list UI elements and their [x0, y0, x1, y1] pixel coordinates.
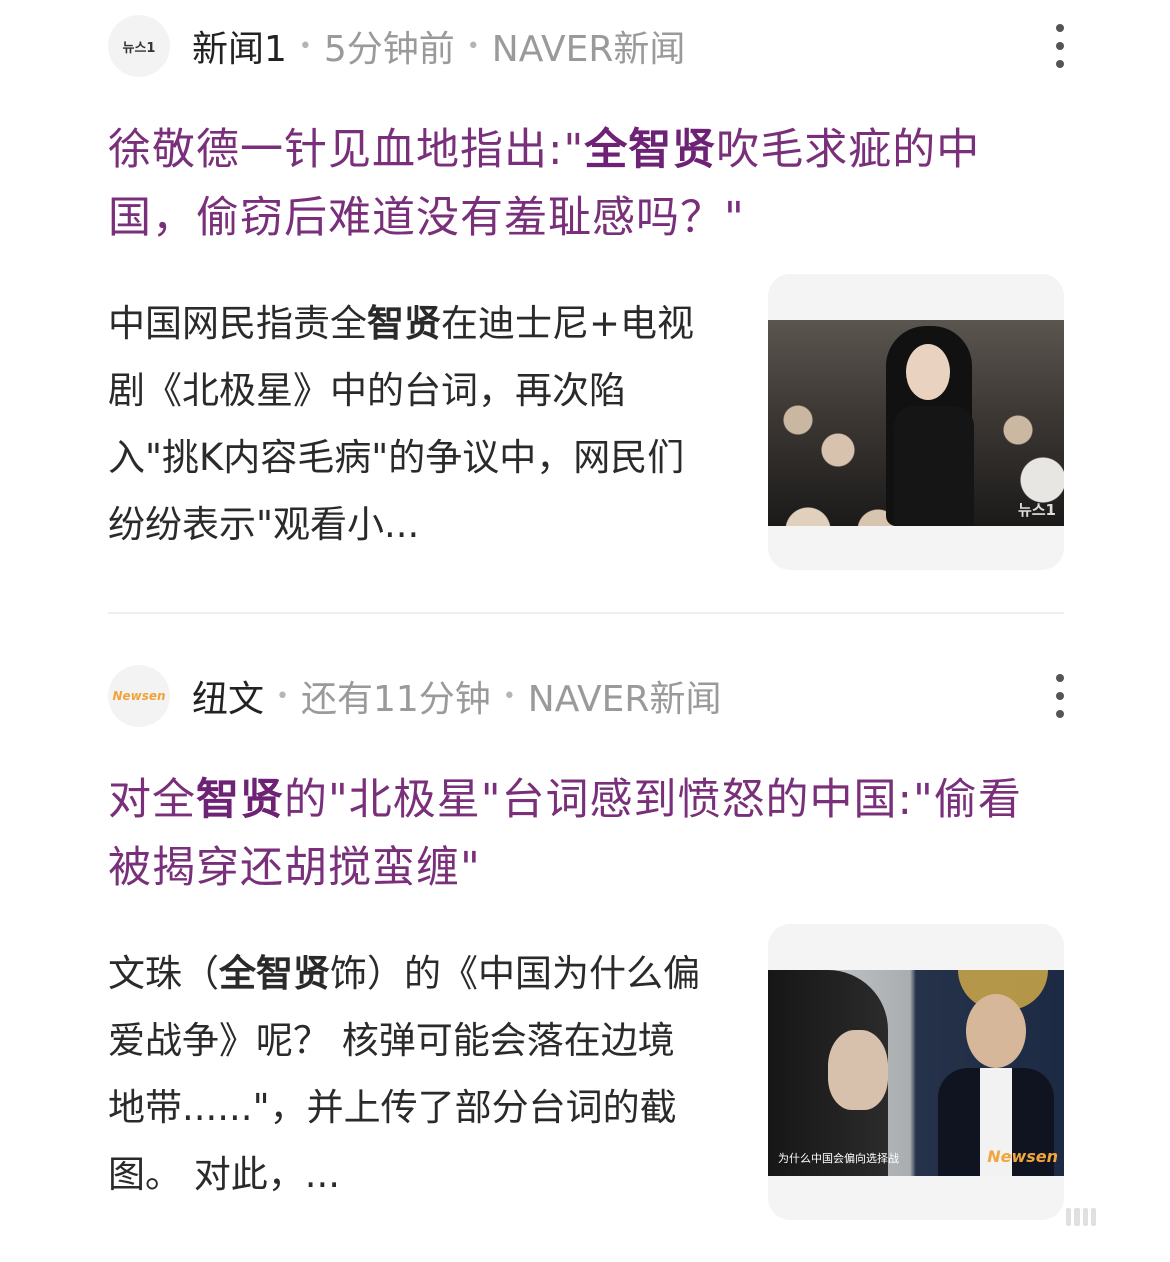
article-snippet[interactable]: 中国网民指责全智贤在迪士尼+电视剧《北极星》中的台词，再次陷入"挑K内容毛病"的… — [108, 290, 708, 558]
source-row: 뉴스1 新闻1 • 5分钟前 • NAVER新闻 — [108, 10, 1064, 82]
watermark-icon — [1066, 1208, 1096, 1226]
headline-highlight: 全智贤 — [584, 125, 717, 175]
source-row: Newsen 纽文 • 还有11分钟 • NAVER新闻 — [108, 660, 1064, 732]
news-card[interactable]: Newsen 纽文 • 还有11分钟 • NAVER新闻 对全智贤的"北极星"台… — [108, 660, 1064, 1230]
source-name[interactable]: 纽文 — [192, 670, 264, 722]
more-options-icon[interactable] — [1052, 24, 1068, 68]
headline-highlight: 智贤 — [196, 775, 284, 825]
meta-separator: • — [276, 683, 289, 709]
thumbnail-image: 为什么中国会偏向选择战 Newsen — [768, 970, 1064, 1176]
timestamp: 5分钟前 — [323, 29, 455, 70]
thumbnail-watermark: Newsen — [987, 1147, 1058, 1166]
snippet-text: 中国网民指责全 — [108, 302, 367, 345]
source-name[interactable]: 新闻1 — [192, 20, 287, 72]
source-logo[interactable]: Newsen — [108, 665, 170, 727]
thumbnail-watermark: 뉴스1 — [1017, 501, 1056, 519]
article-thumbnail[interactable]: 뉴스1 — [768, 274, 1064, 570]
snippet-text: 文珠（ — [108, 952, 219, 995]
source-logo[interactable]: 뉴스1 — [108, 15, 170, 77]
thumbnail-image: 뉴스1 — [768, 320, 1064, 526]
publisher: NAVER新闻 — [491, 29, 686, 70]
snippet-highlight: 全智贤 — [219, 952, 330, 995]
more-options-icon[interactable] — [1052, 674, 1068, 718]
article-body: 文珠（全智贤饰）的《中国为什么偏爱战争》呢？ 核弹可能会落在边境地带......… — [108, 924, 1064, 1230]
thumbnail-caption: 为什么中国会偏向选择战 — [778, 1152, 899, 1165]
publisher: NAVER新闻 — [527, 679, 722, 720]
headline-link[interactable]: 徐敬德一针见血地指出:"全智贤吹毛求疵的中国，偷窃后难道没有羞耻感吗？" — [108, 116, 1048, 252]
card-divider — [108, 612, 1064, 614]
article-snippet[interactable]: 文珠（全智贤饰）的《中国为什么偏爱战争》呢？ 核弹可能会落在边境地带......… — [108, 940, 708, 1208]
meta-separator: • — [502, 683, 516, 709]
news-card[interactable]: 뉴스1 新闻1 • 5分钟前 • NAVER新闻 徐敬德一针见血地指出:"全智贤… — [108, 10, 1064, 580]
article-body: 中国网民指责全智贤在迪士尼+电视剧《北极星》中的台词，再次陷入"挑K内容毛病"的… — [108, 274, 1064, 580]
article-thumbnail[interactable]: 为什么中国会偏向选择战 Newsen — [768, 924, 1064, 1220]
meta-separator: • — [298, 33, 312, 59]
timestamp: 还有11分钟 — [301, 679, 491, 720]
source-logo-text: 뉴스1 — [122, 40, 156, 56]
snippet-highlight: 智贤 — [367, 302, 441, 345]
headline-text: 对全 — [108, 775, 196, 825]
headline-link[interactable]: 对全智贤的"北极星"台词感到愤怒的中国:"偷看被揭穿还胡搅蛮缠" — [108, 766, 1048, 902]
meta-separator: • — [466, 33, 480, 59]
headline-text: 徐敬德一针见血地指出:" — [108, 125, 585, 175]
source-logo-text: Newsen — [112, 689, 166, 703]
